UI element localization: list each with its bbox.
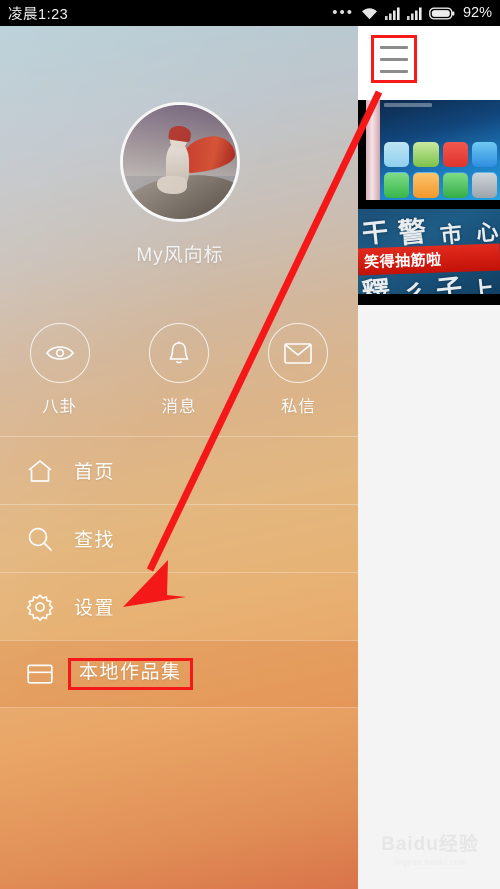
signal-icon: [384, 7, 400, 20]
wifi-icon: [361, 7, 378, 20]
avatar-hair: [167, 124, 192, 142]
video-frame: 干 警 市 心 习 釋 彳 子 上 笑得抽筋啦: [358, 209, 500, 294]
phone-bezel: [366, 100, 380, 200]
folder-icon: [12, 662, 68, 686]
app-icon-phone: [384, 172, 410, 198]
list-item[interactable]: 干 警 市 心 习 釋 彳 子 上 笑得抽筋啦: [358, 200, 500, 305]
drawer-menu: 首页 查找 设置 本地作品集: [0, 436, 358, 708]
home-icon: [12, 458, 68, 484]
gear-icon: [12, 593, 68, 621]
sidebar-item-search[interactable]: 查找: [0, 504, 358, 572]
phone-screen-image: ● ·: [380, 100, 500, 200]
sidebar-item-label: 首页: [74, 462, 116, 483]
sidebar-item-home[interactable]: 首页: [0, 436, 358, 504]
avatar-overlay: [123, 105, 237, 219]
eye-icon: [29, 323, 90, 383]
avatar-image: [120, 102, 240, 222]
status-bar: 凌晨1:23 ••• 92%: [0, 0, 500, 26]
avatar-legs: [157, 175, 187, 194]
list-item[interactable]: ● ·: [358, 100, 500, 200]
username-label: My风向标: [136, 245, 224, 266]
phone-screen: 凌晨1:23 ••• 92% 干 警 市 心 釋 子 上 笑得抽筋啦 Baidu…: [0, 0, 500, 889]
navigation-drawer: My风向标 八卦 消息 私信 首页 查找 设置 本地作品集: [0, 26, 358, 889]
video-caption-text: 笑得抽筋啦: [363, 250, 442, 272]
avatar-rock: [123, 169, 237, 219]
quick-action-label: 消息: [161, 398, 197, 416]
avatar-cape: [178, 133, 237, 175]
avatar-head: [169, 132, 187, 150]
envelope-icon: [268, 323, 329, 383]
hamburger-line: [380, 45, 408, 49]
quick-actions: 八卦 消息 私信: [0, 323, 358, 417]
watermark-url: jingyan.baidu.com: [393, 857, 467, 867]
app-icon-weather: [384, 142, 410, 168]
hamburger-line: [380, 69, 408, 73]
avatar-body: [166, 142, 190, 186]
app-icon-flashlight: [471, 142, 497, 168]
quick-action-label: 私信: [280, 398, 316, 416]
bell-icon: [148, 323, 209, 383]
app-icon-messages: [413, 172, 439, 198]
app-dock: [384, 172, 497, 198]
calligraphy-video-thumbnail: 干 警 市 心 习 釋 彳 子 上 笑得抽筋啦: [358, 200, 500, 305]
thumb-status-line: [384, 103, 432, 107]
sidebar-item-local-collection[interactable]: 本地作品集: [0, 640, 358, 708]
quick-action-label: 八卦: [42, 398, 78, 416]
more-dots-icon: •••: [332, 4, 354, 21]
app-top-bar: [358, 26, 500, 100]
avatar-sky: [123, 105, 237, 176]
status-bar-icons: ••• 92%: [332, 5, 492, 21]
watermark: Baidu经验 jingyan.baidu.com: [368, 829, 492, 867]
quick-action-messages[interactable]: 消息: [119, 323, 238, 417]
sidebar-item-settings[interactable]: 设置: [0, 572, 358, 640]
quick-action-bagua[interactable]: 八卦: [0, 323, 119, 417]
video-caption-banner: 笑得抽筋啦: [358, 243, 500, 276]
sidebar-item-label: 本地作品集: [68, 658, 193, 690]
content-panel: ● · 干 警 市 心: [358, 26, 500, 889]
avatar[interactable]: [120, 102, 240, 222]
status-bar-time: 凌晨1:23: [8, 6, 69, 23]
sidebar-item-label: 查找: [74, 530, 116, 551]
hamburger-icon[interactable]: [371, 35, 417, 83]
app-icon-app-store: [442, 172, 468, 198]
battery-icon: [429, 7, 455, 20]
search-icon: [12, 525, 68, 553]
quick-action-private-message[interactable]: 私信: [239, 323, 358, 417]
battery-percent: 92%: [462, 5, 492, 21]
watermark-title: Baidu经验: [381, 834, 479, 855]
hamburger-line: [380, 57, 408, 61]
sidebar-item-label: 设置: [74, 598, 116, 619]
app-icon-gallery: [413, 142, 439, 168]
phone-homescreen-screenshot: ● ·: [358, 100, 500, 200]
app-icon-music: [442, 142, 468, 168]
signal-icon: [406, 7, 422, 20]
app-icon-settings: [471, 172, 497, 198]
